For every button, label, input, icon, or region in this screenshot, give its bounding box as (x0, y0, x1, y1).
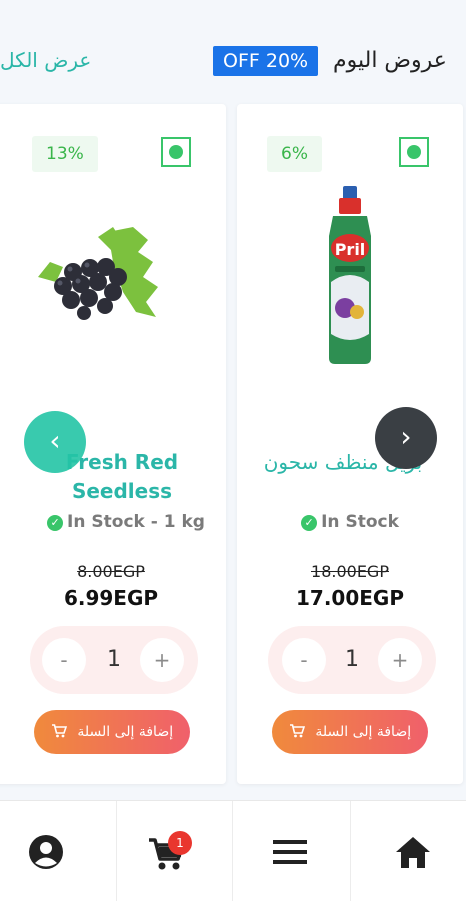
decrease-quantity-button[interactable]: - (282, 638, 326, 682)
deals-header: عرض الكل OFF 20% عروض اليوم (0, 0, 466, 100)
nav-account[interactable] (0, 801, 116, 901)
add-to-cart-button[interactable]: إضافة إلى السلة (34, 710, 190, 754)
account-icon (29, 835, 63, 869)
check-circle-icon: ✓ (47, 515, 64, 531)
add-to-cart-label: إضافة إلى السلة (315, 724, 412, 740)
carousel-prev-button[interactable]: ‹ (24, 411, 86, 473)
pril-bottle-image: Pril (329, 186, 371, 364)
stock-status: ✓ In Stock - 1 kg (0, 512, 226, 532)
favorite-dot-icon (407, 145, 421, 159)
view-all-link[interactable]: عرض الكل (0, 48, 91, 72)
new-price: 6.99EGP (63, 586, 159, 610)
grapes-image (38, 227, 158, 320)
stock-label: In Stock (67, 512, 145, 532)
check-circle-icon: ✓ (301, 515, 318, 531)
add-to-cart-label: إضافة إلى السلة (77, 724, 174, 740)
old-price: 18.00EGP (311, 562, 389, 581)
cart-icon (289, 724, 306, 738)
section-title: عروض اليوم (333, 48, 447, 73)
favorite-toggle[interactable] (161, 137, 191, 167)
chevron-left-icon: ‹ (49, 424, 61, 457)
add-to-cart-button[interactable]: إضافة إلى السلة (272, 710, 428, 754)
offer-badge: OFF 20% (213, 46, 319, 76)
quantity-stepper: - 1 + (30, 626, 198, 694)
favorite-dot-icon (169, 145, 183, 159)
quantity-value: 1 (345, 647, 359, 672)
discount-badge: 6% (267, 136, 322, 172)
nav-home[interactable] (351, 801, 466, 901)
increase-quantity-button[interactable]: + (378, 638, 422, 682)
quantity-value: 1 (107, 647, 121, 672)
nav-menu[interactable] (233, 801, 349, 901)
decrease-quantity-button[interactable]: - (42, 638, 86, 682)
new-price: 17.00EGP (296, 586, 404, 610)
cart-icon (51, 724, 68, 738)
menu-icon (273, 840, 307, 864)
svg-text:Pril: Pril (335, 240, 366, 259)
increase-quantity-button[interactable]: + (140, 638, 184, 682)
favorite-toggle[interactable] (399, 137, 429, 167)
stock-status: ✓ In Stock (237, 512, 463, 532)
cart-count-badge: 1 (168, 831, 192, 855)
home-icon (396, 837, 430, 868)
unit-label: - 1 kg (150, 512, 205, 532)
discount-badge: 13% (32, 136, 98, 172)
chevron-right-icon: › (400, 420, 412, 453)
bottom-navigation: 1 (0, 800, 466, 901)
carousel-next-button[interactable]: › (375, 407, 437, 469)
stock-label: In Stock (321, 512, 399, 532)
quantity-stepper: - 1 + (268, 626, 436, 694)
old-price: 8.00EGP (77, 562, 145, 581)
